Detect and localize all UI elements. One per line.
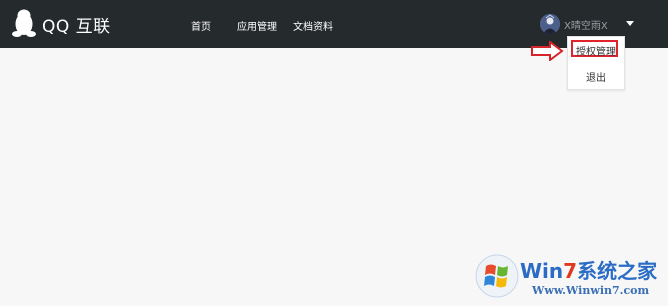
user-dropdown-menu: 授权管理 退出 [567, 36, 625, 90]
caret-down-icon[interactable] [626, 21, 634, 26]
arrow-right-icon [531, 41, 564, 61]
qq-penguin-icon [12, 9, 36, 37]
logo-text: QQ 互联 [42, 16, 111, 37]
nav-app-management[interactable]: 应用管理 [237, 18, 277, 33]
qq-connect-logo[interactable]: QQ 互联 [12, 9, 111, 39]
watermark: Win7系统之家 Www.Winwin7.com [474, 252, 664, 304]
user-name: X晴空雨X [564, 20, 608, 32]
windows-logo-icon [475, 254, 519, 298]
menu-item-authorization-management[interactable]: 授权管理 [568, 43, 624, 58]
user-menu[interactable]: X晴空雨X [540, 13, 608, 35]
nav-home[interactable]: 首页 [191, 18, 211, 33]
nav-documentation[interactable]: 文档资料 [293, 18, 333, 33]
menu-item-logout[interactable]: 退出 [568, 69, 624, 84]
avatar [540, 14, 560, 34]
watermark-url: Www.Winwin7.com [532, 284, 650, 297]
watermark-brand: Win7系统之家 [520, 259, 658, 283]
